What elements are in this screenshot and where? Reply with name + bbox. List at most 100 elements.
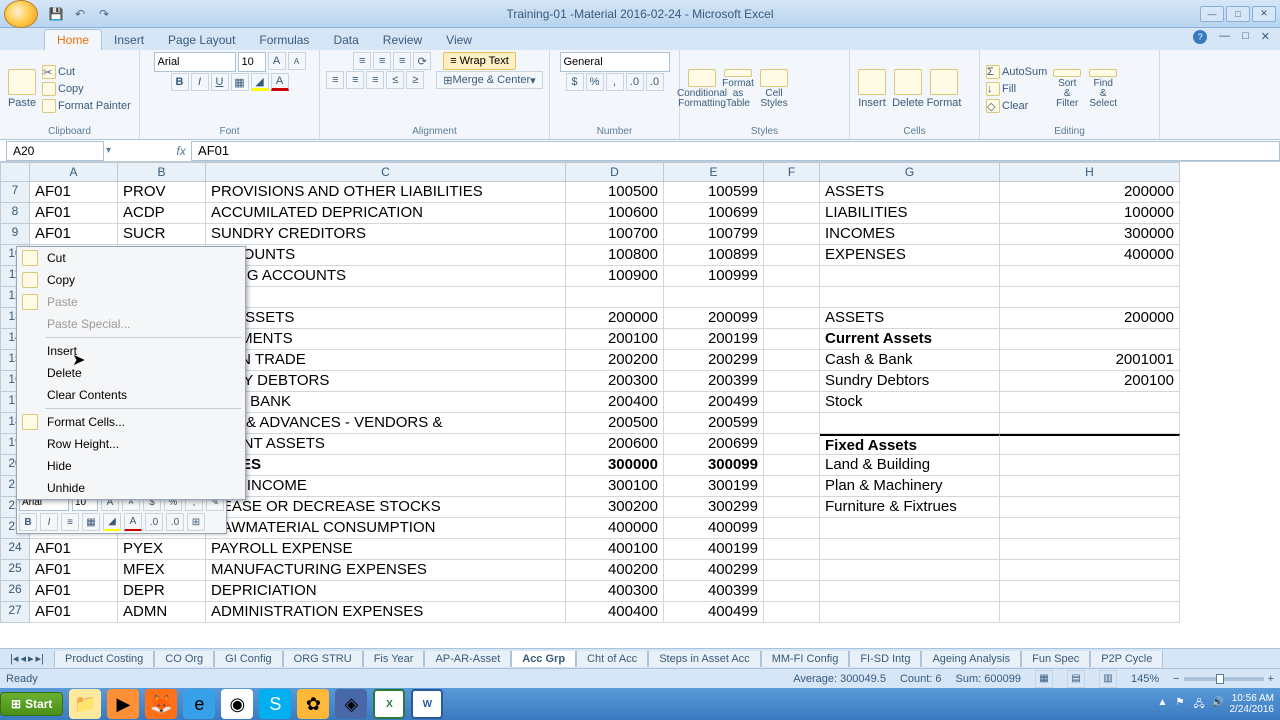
cell[interactable]: SH & BANK [206,392,566,413]
delete-cells-button[interactable]: Delete [892,67,924,111]
cell[interactable]: 200099 [664,308,764,329]
cell[interactable] [764,560,820,581]
cell[interactable]: 200299 [664,350,764,371]
italic-button[interactable]: I [191,73,209,91]
shrink-font-button[interactable]: A [288,52,306,70]
sheet-tab[interactable]: Fun Spec [1021,651,1090,667]
cell[interactable]: RAWMATERIAL CONSUMPTION [206,518,566,539]
indent-dec-button[interactable]: ≤ [386,71,404,89]
cell[interactable]: AF01 [30,581,118,602]
zoom-out-button[interactable]: − [1173,673,1179,685]
cell[interactable] [1000,329,1180,350]
skype-icon[interactable]: S [259,689,291,719]
currency-button[interactable]: $ [566,73,584,91]
undo-icon[interactable]: ↶ [70,4,90,24]
cell[interactable]: 200000 [1000,182,1180,203]
cell[interactable]: 400499 [664,602,764,623]
cell[interactable]: AF01 [30,182,118,203]
app-icon[interactable]: ◈ [335,689,367,719]
cell[interactable]: 400399 [664,581,764,602]
cell[interactable]: 400199 [664,539,764,560]
cell[interactable]: ED ASSETS [206,308,566,329]
cell[interactable] [764,602,820,623]
explorer-icon[interactable]: 📁 [69,689,101,719]
tab-insert[interactable]: Insert [102,30,156,50]
menu-item-copy[interactable]: Copy [17,269,245,291]
tray-icon[interactable]: ⚑ [1176,697,1190,711]
tab-formulas[interactable]: Formulas [247,30,321,50]
sheet-tab[interactable]: Ageing Analysis [921,651,1021,667]
sheet-tab[interactable]: Acc Grp [511,651,576,667]
cell[interactable]: 100699 [664,203,764,224]
align-top-button[interactable]: ≡ [353,52,371,70]
office-button[interactable] [4,0,38,28]
cell[interactable]: Plan & Machinery [820,476,1000,497]
row-header[interactable]: 27 [0,602,30,623]
tab-page-layout[interactable]: Page Layout [156,30,247,50]
table-row[interactable]: 24AF01PYEXPAYROLL EXPENSE400100400199 [0,539,1280,560]
zoom-in-button[interactable]: + [1268,673,1274,685]
format-as-table-button[interactable]: Format as Table [722,67,754,111]
cell[interactable]: ASSETS [820,308,1000,329]
cell[interactable] [566,287,664,308]
cell[interactable]: 100800 [566,245,664,266]
cell[interactable]: 400400 [566,602,664,623]
cell[interactable] [1000,497,1180,518]
cell[interactable] [1000,539,1180,560]
sheet-tab[interactable]: Cht of Acc [576,651,648,667]
cell[interactable]: NDRY DEBTORS [206,371,566,392]
cell[interactable]: 400200 [566,560,664,581]
cell[interactable]: INCOMES [820,224,1000,245]
save-icon[interactable]: 💾 [46,4,66,24]
cell[interactable] [764,287,820,308]
mini-bold[interactable]: B [19,513,37,531]
media-player-icon[interactable]: ▶ [107,689,139,719]
cell[interactable]: LIABILITIES [820,203,1000,224]
mini-fill[interactable]: ◢ [103,513,121,531]
font-color-button[interactable]: A [271,73,289,91]
cell[interactable]: PROV [118,182,206,203]
menu-item-insert[interactable]: Insert [17,340,245,362]
cell[interactable]: 200100 [566,329,664,350]
cell[interactable] [764,224,820,245]
align-bottom-button[interactable]: ≡ [393,52,411,70]
cell[interactable]: 2001001 [1000,350,1180,371]
cell[interactable] [820,266,1000,287]
tab-data[interactable]: Data [321,30,370,50]
cell[interactable] [764,350,820,371]
cell[interactable]: ASSETS [820,182,1000,203]
border-button[interactable]: ▦ [231,73,249,91]
view-layout-icon[interactable]: ▤ [1067,670,1085,688]
cell[interactable]: 200200 [566,350,664,371]
sheet-tab[interactable]: FI-SD Intg [849,651,921,667]
cell[interactable] [820,287,1000,308]
cell[interactable] [764,182,820,203]
cell[interactable]: 200599 [664,413,764,434]
tray-icon[interactable]: ▲ [1158,697,1172,711]
copy-button[interactable]: Copy [42,81,131,97]
align-center-button[interactable]: ≡ [346,71,364,89]
find-select-button[interactable]: Find & Select [1087,67,1119,111]
menu-item-format-cells-[interactable]: Format Cells... [17,411,245,433]
tab-review[interactable]: Review [371,30,434,50]
cell[interactable] [764,434,820,455]
cell[interactable]: 200300 [566,371,664,392]
cell[interactable]: Current Assets [820,329,1000,350]
mini-merge[interactable]: ⊞ [187,513,205,531]
cell[interactable] [764,539,820,560]
align-right-button[interactable]: ≡ [366,71,384,89]
start-button[interactable]: ⊞Start [0,692,63,716]
cell[interactable]: 200499 [664,392,764,413]
row-header[interactable]: 7 [0,182,30,203]
insert-cells-button[interactable]: Insert [856,67,888,111]
cell[interactable] [1000,455,1180,476]
tab-nav-next-icon[interactable]: ▸ [28,652,34,665]
menu-item-hide[interactable]: Hide [17,455,245,477]
conditional-formatting-button[interactable]: Conditional Formatting [686,67,718,111]
cell[interactable]: PAYROLL EXPENSE [206,539,566,560]
cell[interactable]: 200000 [1000,308,1180,329]
tab-nav-first-icon[interactable]: |◂ [10,652,18,665]
cell[interactable]: Cash & Bank [820,350,1000,371]
excel-icon[interactable]: X [373,689,405,719]
cell[interactable]: 400099 [664,518,764,539]
